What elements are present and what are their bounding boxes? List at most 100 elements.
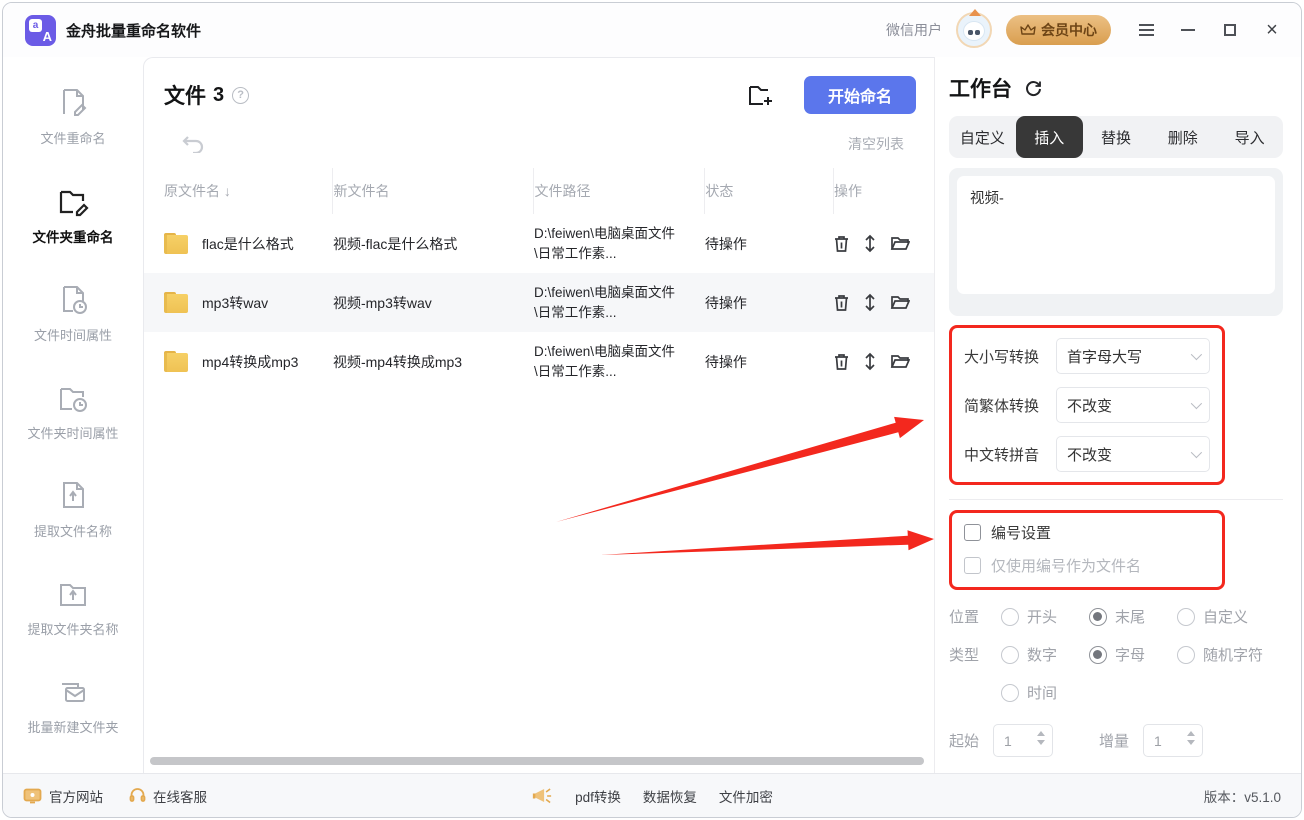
status-text: 待操作 xyxy=(705,214,834,273)
move-icon[interactable] xyxy=(864,293,876,312)
horizontal-scrollbar[interactable] xyxy=(150,757,924,765)
file-count: 3 xyxy=(213,84,224,107)
add-folder-button[interactable] xyxy=(746,82,776,109)
delete-icon[interactable] xyxy=(833,294,850,312)
case-convert-label: 大小写转换 xyxy=(964,346,1056,367)
menu-icon[interactable] xyxy=(1137,21,1155,39)
table-row[interactable]: mp4转换成mp3 视频-mp4转换成mp3 D:\feiwen\电脑桌面文件\… xyxy=(144,332,934,391)
pdf-convert-link[interactable]: pdf转换 xyxy=(575,786,621,806)
refresh-icon[interactable] xyxy=(1024,79,1043,98)
maximize-icon[interactable] xyxy=(1221,21,1239,39)
pdf-convert-label: pdf转换 xyxy=(575,786,621,806)
case-convert-select[interactable]: 首字母大写 xyxy=(1056,338,1210,374)
stepper-up-icon[interactable] xyxy=(1037,731,1045,736)
radio-type-letter[interactable]: 字母 xyxy=(1089,644,1177,665)
original-file-name: flac是什么格式 xyxy=(202,234,294,254)
column-new-name: 新文件名 xyxy=(333,168,534,214)
numbering-label: 编号设置 xyxy=(991,522,1051,543)
simplified-traditional-label: 简繁体转换 xyxy=(964,395,1056,416)
stepper-up-icon[interactable] xyxy=(1187,731,1195,736)
version-text: 版本：v5.1.0 xyxy=(1204,786,1281,806)
table-row[interactable]: flac是什么格式 视频-flac是什么格式 D:\feiwen\电脑桌面文件\… xyxy=(144,214,934,273)
avatar[interactable] xyxy=(956,12,992,48)
megaphone-icon xyxy=(531,786,553,806)
tab-custom[interactable]: 自定义 xyxy=(949,116,1016,158)
start-rename-button[interactable]: 开始命名 xyxy=(804,76,916,114)
start-number-value: 1 xyxy=(1004,733,1012,749)
app-logo-icon: aA xyxy=(25,15,56,46)
tab-insert[interactable]: 插入 xyxy=(1016,116,1083,158)
file-encrypt-link[interactable]: 文件加密 xyxy=(719,786,773,806)
data-recovery-link[interactable]: 数据恢复 xyxy=(643,786,697,806)
sidebar-item-folder-time[interactable]: 文件夹时间属性 xyxy=(27,380,118,442)
sidebar-item-folder-rename[interactable]: 文件夹重命名 xyxy=(33,183,114,246)
stepper-down-icon[interactable] xyxy=(1187,740,1195,745)
sidebar-item-file-time[interactable]: 文件时间属性 xyxy=(34,282,112,344)
file-path: D:\feiwen\电脑桌面文件\日常工作素... xyxy=(534,283,676,322)
chevron-down-icon xyxy=(1191,398,1202,409)
app-title: 金舟批量重命名软件 xyxy=(66,20,201,41)
online-service-link[interactable]: 在线客服 xyxy=(129,786,207,806)
pinyin-convert-select[interactable]: 不改变 xyxy=(1056,436,1210,472)
minimize-icon[interactable] xyxy=(1179,21,1197,39)
numbering-checkbox[interactable] xyxy=(964,524,981,541)
folder-icon xyxy=(164,292,190,314)
convert-options-group: 大小写转换 首字母大写 简繁体转换 不改变 中文转拼音 xyxy=(949,325,1225,485)
file-extract-icon xyxy=(55,478,91,514)
radio-position-start[interactable]: 开头 xyxy=(1001,606,1089,627)
tab-replace[interactable]: 替换 xyxy=(1083,116,1150,158)
divider xyxy=(949,499,1283,500)
headset-icon xyxy=(129,787,146,804)
sidebar-item-batch-new-folder[interactable]: 批量新建文件夹 xyxy=(27,674,118,736)
status-text: 待操作 xyxy=(705,273,834,332)
delete-icon[interactable] xyxy=(833,235,850,253)
tab-import[interactable]: 导入 xyxy=(1216,116,1283,158)
clear-list-button[interactable]: 清空列表 xyxy=(848,134,904,154)
radio-label: 开头 xyxy=(1027,606,1057,627)
page-title: 文件 xyxy=(164,80,206,110)
open-folder-icon[interactable] xyxy=(890,353,910,370)
help-icon[interactable]: ? xyxy=(232,87,249,104)
radio-label: 随机字符 xyxy=(1203,644,1263,665)
insert-text-input[interactable]: 视频- xyxy=(957,176,1275,294)
simplified-traditional-select[interactable]: 不改变 xyxy=(1056,387,1210,423)
table-row[interactable]: mp3转wav 视频-mp3转wav D:\feiwen\电脑桌面文件\日常工作… xyxy=(144,273,934,332)
sidebar-item-extract-folder-name[interactable]: 提取文件夹名称 xyxy=(27,576,118,638)
numbering-checkbox-row[interactable]: 编号设置 xyxy=(964,522,1210,543)
move-icon[interactable] xyxy=(864,234,876,253)
undo-icon[interactable] xyxy=(182,135,204,153)
table-header-row: 原文件名 ↓ 新文件名 文件路径 状态 操作 xyxy=(144,168,934,214)
workbench-tabs: 自定义 插入 替换 删除 导入 xyxy=(949,116,1283,158)
start-number-stepper[interactable]: 1 xyxy=(993,724,1053,757)
radio-position-end[interactable]: 末尾 xyxy=(1089,606,1177,627)
open-folder-icon[interactable] xyxy=(890,294,910,311)
tab-delete[interactable]: 删除 xyxy=(1149,116,1216,158)
sidebar-item-extract-file-name[interactable]: 提取文件名称 xyxy=(34,478,112,540)
start-number-label: 起始 xyxy=(949,730,979,751)
delete-icon[interactable] xyxy=(833,353,850,371)
number-only-checkbox[interactable] xyxy=(964,557,981,574)
crown-icon xyxy=(1020,23,1036,37)
member-center-button[interactable]: 会员中心 xyxy=(1006,15,1111,45)
folder-time-icon xyxy=(55,380,91,416)
sort-desc-icon[interactable]: ↓ xyxy=(224,183,231,199)
increment-value: 1 xyxy=(1154,733,1162,749)
radio-type-number[interactable]: 数字 xyxy=(1001,644,1089,665)
file-path: D:\feiwen\电脑桌面文件\日常工作素... xyxy=(534,224,676,263)
column-file-path: 文件路径 xyxy=(534,168,705,214)
increment-stepper[interactable]: 1 xyxy=(1143,724,1203,757)
radio-label: 时间 xyxy=(1027,682,1057,703)
sidebar-item-file-rename[interactable]: 文件重命名 xyxy=(40,85,105,147)
radio-label: 字母 xyxy=(1115,644,1145,665)
open-folder-icon[interactable] xyxy=(890,235,910,252)
close-icon[interactable]: × xyxy=(1263,21,1281,39)
column-original-name: 原文件名 xyxy=(164,183,220,199)
number-only-checkbox-row[interactable]: 仅使用编号作为文件名 xyxy=(964,555,1210,576)
new-file-name: 视频-mp4转换成mp3 xyxy=(333,332,534,391)
radio-position-custom[interactable]: 自定义 xyxy=(1177,606,1248,627)
move-icon[interactable] xyxy=(864,352,876,371)
radio-type-time[interactable]: 时间 xyxy=(1001,682,1089,703)
official-site-link[interactable]: 官方网站 xyxy=(23,786,103,806)
radio-type-random[interactable]: 随机字符 xyxy=(1177,644,1263,665)
stepper-down-icon[interactable] xyxy=(1037,740,1045,745)
